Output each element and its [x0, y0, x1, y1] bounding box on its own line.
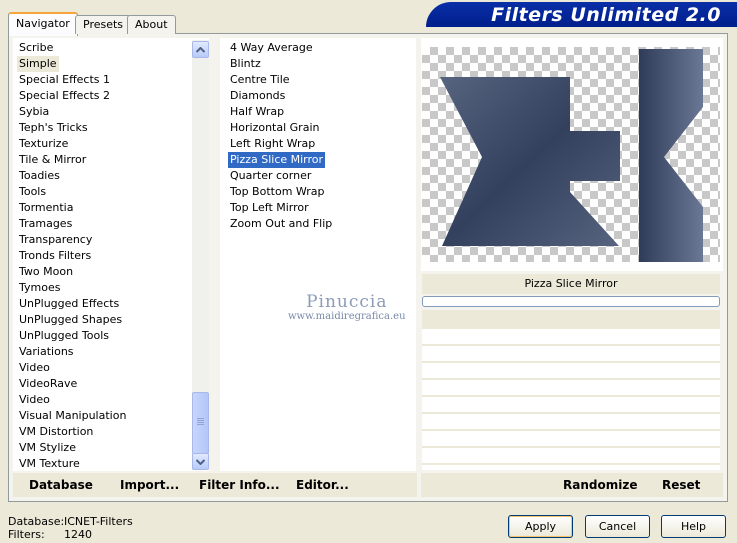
parameter-row: [422, 346, 720, 363]
filter-item-selected[interactable]: Pizza Slice Mirror: [228, 152, 326, 168]
filter-item[interactable]: Quarter corner: [228, 168, 313, 184]
filter-item[interactable]: Top Bottom Wrap: [228, 184, 327, 200]
database-status-label: Database:: [8, 515, 65, 528]
reset-button[interactable]: Reset: [662, 478, 700, 492]
category-item[interactable]: Texturize: [19, 136, 68, 152]
category-item[interactable]: VM Distortion: [19, 424, 93, 440]
watermark-name: Pinuccia: [306, 292, 388, 312]
filter-info-button[interactable]: Filter Info...: [199, 478, 280, 492]
randomize-button[interactable]: Randomize: [563, 478, 637, 492]
category-item[interactable]: Tormentia: [19, 200, 73, 216]
category-item[interactable]: Toadies: [19, 168, 60, 184]
filter-item[interactable]: Left Right Wrap: [228, 136, 317, 152]
category-item[interactable]: Video: [19, 392, 50, 408]
filter-name-label: Pizza Slice Mirror: [422, 274, 720, 294]
category-item[interactable]: UnPlugged Effects: [19, 296, 119, 312]
category-item[interactable]: UnPlugged Tools: [19, 328, 109, 344]
category-list[interactable]: Scribe Simple Special Effects 1 Special …: [13, 38, 209, 471]
filter-item[interactable]: Top Left Mirror: [228, 200, 311, 216]
list-toolbar: Database Import... Filter Info... Editor…: [13, 473, 417, 497]
preview-image: [422, 47, 720, 262]
cancel-button[interactable]: Cancel: [585, 515, 650, 538]
import-button[interactable]: Import...: [120, 478, 179, 492]
category-item[interactable]: Tile & Mirror: [19, 152, 86, 168]
category-item[interactable]: Special Effects 2: [19, 88, 110, 104]
status-area: Database:ICNET-Filters Filters: 1240: [8, 515, 133, 541]
parameter-row: [422, 431, 720, 448]
category-scrollbar[interactable]: [192, 40, 209, 470]
parameter-row: [422, 380, 720, 397]
category-item[interactable]: VM Texture: [19, 456, 80, 472]
filters-status-label: Filters:: [8, 528, 45, 541]
scroll-up-button[interactable]: [192, 41, 209, 58]
title-banner: Filters Unlimited 2.0: [426, 2, 737, 27]
category-item[interactable]: Tymoes: [19, 280, 60, 296]
filter-item[interactable]: Blintz: [228, 56, 263, 72]
watermark: Pinuccia www.maidiregrafica.eu: [288, 292, 406, 322]
category-item[interactable]: Tools: [19, 184, 46, 200]
database-button[interactable]: Database: [29, 478, 93, 492]
filter-item[interactable]: Zoom Out and Flip: [228, 216, 334, 232]
category-item[interactable]: Scribe: [19, 40, 53, 56]
category-item[interactable]: Visual Manipulation: [19, 408, 126, 424]
database-status-value: ICNET-Filters: [64, 515, 133, 528]
category-item[interactable]: Transparency: [19, 232, 92, 248]
chevron-up-icon: [196, 46, 205, 53]
parameter-row: [422, 448, 720, 465]
category-item[interactable]: UnPlugged Shapes: [19, 312, 122, 328]
scroll-down-button[interactable]: [192, 453, 209, 470]
category-item[interactable]: VideoRave: [19, 376, 77, 392]
category-item[interactable]: Special Effects 1: [19, 72, 110, 88]
chevron-down-icon: [196, 458, 205, 465]
scroll-thumb[interactable]: [192, 392, 209, 454]
parameter-area: [422, 310, 720, 470]
category-item[interactable]: Sybia: [19, 104, 49, 120]
apply-button[interactable]: Apply: [508, 515, 573, 538]
banner-title: Filters Unlimited 2.0: [491, 4, 721, 26]
filters-status-value: 1240: [64, 528, 92, 541]
tab-navigator[interactable]: Navigator: [8, 12, 78, 36]
watermark-url: www.maidiregrafica.eu: [288, 311, 406, 322]
filter-item[interactable]: 4 Way Average: [228, 40, 315, 56]
preview-shape: [440, 49, 703, 262]
category-item-selected[interactable]: Simple: [17, 56, 59, 72]
progress-bar: [422, 296, 720, 307]
category-item[interactable]: Variations: [19, 344, 74, 360]
category-item[interactable]: Tronds Filters: [19, 248, 91, 264]
category-item[interactable]: Video: [19, 360, 50, 376]
parameter-row: [422, 414, 720, 431]
parameter-row: [422, 329, 720, 346]
filter-item[interactable]: Horizontal Grain: [228, 120, 321, 136]
tab-about[interactable]: About: [127, 15, 176, 34]
category-item[interactable]: VM Stylize: [19, 440, 76, 456]
filter-item[interactable]: Centre Tile: [228, 72, 292, 88]
filter-item[interactable]: Diamonds: [228, 88, 287, 104]
parameter-row: [422, 310, 720, 329]
category-item[interactable]: Teph's Tricks: [19, 120, 88, 136]
preview-toolbar: Randomize Reset: [421, 473, 723, 497]
parameter-row: [422, 363, 720, 380]
tab-presets[interactable]: Presets: [75, 15, 132, 34]
category-item[interactable]: Tramages: [19, 216, 72, 232]
editor-button[interactable]: Editor...: [296, 478, 349, 492]
help-button[interactable]: Help: [661, 515, 726, 538]
category-item[interactable]: Two Moon: [19, 264, 73, 280]
filter-list[interactable]: 4 Way Average Blintz Centre Tile Diamond…: [220, 38, 416, 471]
parameter-row: [422, 397, 720, 414]
filter-item[interactable]: Half Wrap: [228, 104, 286, 120]
